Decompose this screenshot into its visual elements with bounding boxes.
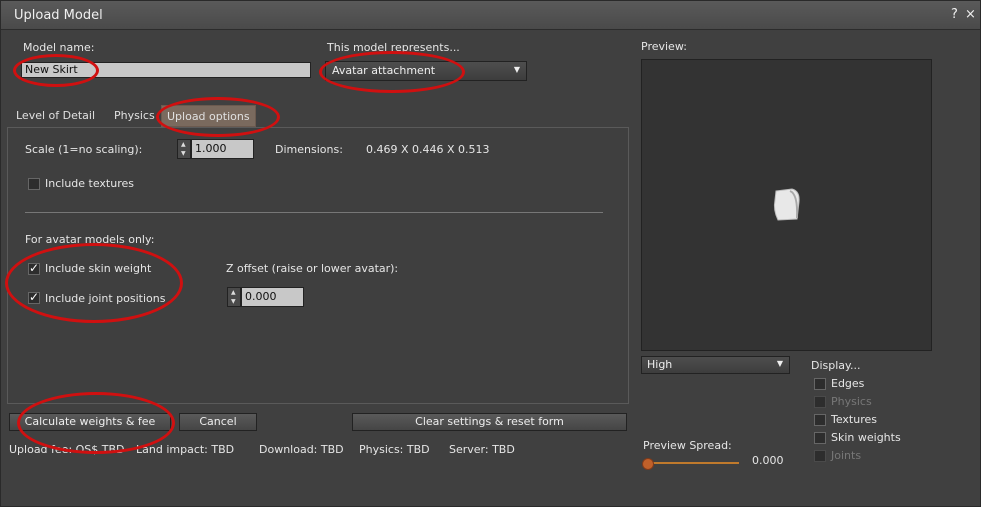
preview-label: Preview: (641, 40, 687, 53)
preview-quality-selected: High (647, 358, 673, 371)
spin-up-icon[interactable]: ▲ (231, 289, 236, 296)
title-bar[interactable]: Upload Model ? × (1, 1, 980, 30)
z-offset-spinner[interactable]: ▲ ▼ (227, 287, 241, 307)
annotation-ellipse-avatar-options (5, 243, 183, 323)
preview-quality-dropdown[interactable]: High ▼ (641, 356, 790, 374)
preview-viewport[interactable] (641, 59, 932, 351)
clear-settings-button[interactable]: Clear settings & reset form (352, 413, 627, 431)
scale-label: Scale (1=no scaling): (25, 143, 143, 156)
annotation-ellipse-upload-options (156, 97, 280, 137)
scale-spinner[interactable]: ▲ ▼ (177, 139, 191, 159)
dimensions-label: Dimensions: (275, 143, 343, 156)
textures-label: Textures (831, 413, 877, 426)
upload-model-window: Upload Model ? × Model name: New Skirt T… (0, 0, 981, 507)
preview-spread-slider-track[interactable] (647, 462, 739, 464)
tab-physics[interactable]: Physics (109, 105, 160, 127)
dimensions-value: 0.469 X 0.446 X 0.513 (366, 143, 490, 156)
chevron-down-icon: ▼ (513, 65, 520, 74)
edges-checkbox[interactable] (814, 378, 826, 390)
physics-checkbox[interactable] (814, 396, 826, 408)
help-button[interactable]: ? (951, 7, 958, 22)
preview-spread-label: Preview Spread: (643, 439, 732, 452)
preview-spread-slider-handle[interactable] (642, 458, 654, 470)
close-button[interactable]: × (965, 7, 976, 22)
chevron-down-icon: ▼ (776, 359, 783, 368)
include-textures-checkbox[interactable] (28, 178, 40, 190)
download-stat: Download: TBD (259, 443, 344, 456)
z-offset-label: Z offset (raise or lower avatar): (226, 262, 399, 275)
annotation-ellipse-model-name (13, 54, 99, 87)
include-textures-label: Include textures (45, 177, 134, 190)
preview-spread-value: 0.000 (752, 454, 784, 467)
model-preview-image (773, 188, 800, 221)
physics-stat: Physics: TBD (359, 443, 430, 456)
spin-up-icon[interactable]: ▲ (181, 141, 186, 148)
joints-checkbox[interactable] (814, 450, 826, 462)
spin-down-icon[interactable]: ▼ (181, 150, 186, 157)
tab-level-of-detail[interactable]: Level of Detail (11, 105, 100, 127)
display-label: Display... (811, 359, 861, 372)
joints-label: Joints (831, 449, 862, 462)
skin-weights-label: Skin weights (831, 431, 901, 444)
annotation-ellipse-calculate (17, 392, 175, 454)
server-stat: Server: TBD (449, 443, 515, 456)
edges-label: Edges (831, 377, 865, 390)
window-title: Upload Model (14, 8, 103, 23)
spin-down-icon[interactable]: ▼ (231, 298, 236, 305)
scale-input[interactable]: 1.000 (191, 139, 254, 159)
annotation-ellipse-represents (319, 51, 465, 93)
textures-checkbox[interactable] (814, 414, 826, 426)
z-offset-input[interactable]: 0.000 (241, 287, 304, 307)
model-name-label: Model name: (23, 41, 95, 54)
physics-label: Physics (831, 395, 872, 408)
section-divider (25, 212, 603, 213)
cancel-button[interactable]: Cancel (179, 413, 257, 431)
skin-weights-checkbox[interactable] (814, 432, 826, 444)
